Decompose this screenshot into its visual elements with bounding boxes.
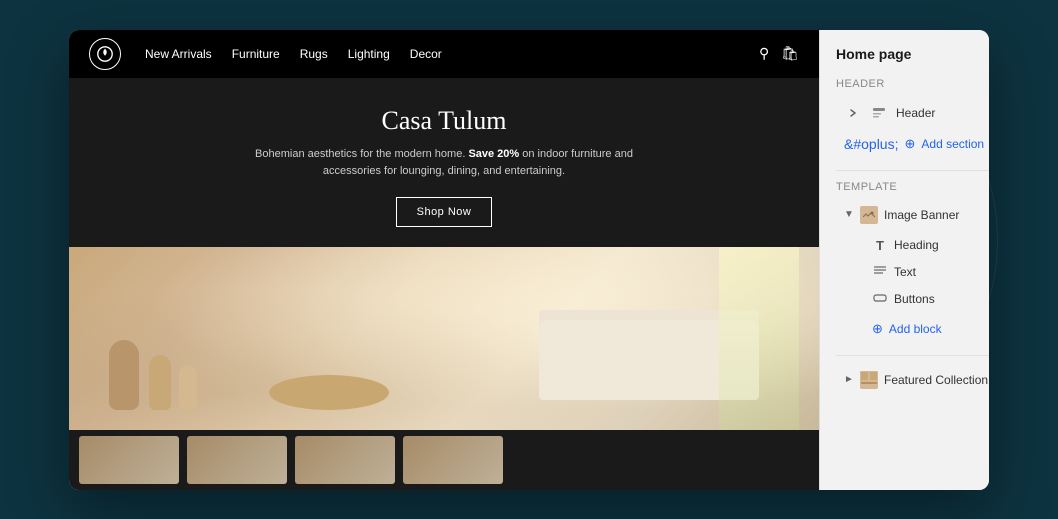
browser-window: New Arrivals Furniture Rugs Lighting Dec… <box>69 30 989 490</box>
heading-icon: T <box>872 238 888 253</box>
header-section-label: Header <box>836 78 989 90</box>
panel-title: Home page <box>836 46 989 62</box>
product-thumb-3[interactable] <box>295 436 395 484</box>
heading-label: Heading <box>894 238 939 252</box>
add-section-plus-icon: &#oplus; <box>844 136 898 152</box>
buttons-icon <box>872 292 888 306</box>
window-light <box>719 247 799 430</box>
bottom-strip <box>69 430 819 490</box>
shop-now-button[interactable]: Shop Now <box>396 197 493 227</box>
nav-links: New Arrivals Furniture Rugs Lighting Dec… <box>145 47 735 61</box>
buttons-item[interactable]: Buttons <box>864 287 989 311</box>
text-item[interactable]: Text <box>864 260 989 285</box>
add-section-label: Add section <box>921 137 984 151</box>
store-logo <box>89 38 121 70</box>
nav-link-new-arrivals[interactable]: New Arrivals <box>145 47 212 61</box>
featured-collection-label: Featured Collection <box>884 373 988 387</box>
buttons-label: Buttons <box>894 292 935 306</box>
add-section-plus-icon: ⊕ <box>904 136 915 152</box>
add-block-button[interactable]: ⊕ Add block <box>864 315 989 343</box>
text-label: Text <box>894 265 916 279</box>
nav-link-decor[interactable]: Decor <box>410 47 442 61</box>
add-section-button[interactable]: &#oplus; ⊕ Add section <box>836 130 989 158</box>
nav-link-lighting[interactable]: Lighting <box>348 47 390 61</box>
product-thumb-2[interactable] <box>187 436 287 484</box>
product-thumb-4[interactable] <box>403 436 503 484</box>
store-navbar: New Arrivals Furniture Rugs Lighting Dec… <box>69 30 819 78</box>
chevron-right-icon-featured: ► <box>844 374 854 385</box>
image-banner-sub-items: T Heading Text <box>836 233 989 343</box>
hero-image <box>69 247 819 430</box>
nav-link-furniture[interactable]: Furniture <box>232 47 280 61</box>
header-item-label: Header <box>896 106 935 120</box>
image-banner-label: Image Banner <box>884 208 959 222</box>
panel-divider <box>836 170 989 171</box>
nav-link-rugs[interactable]: Rugs <box>300 47 328 61</box>
featured-collection-row[interactable]: ► Featured Collection <box>836 366 989 394</box>
chevron-down-icon: ▼ <box>844 209 854 220</box>
header-item[interactable]: Header <box>836 98 989 128</box>
furniture-shapes <box>69 247 819 430</box>
add-block-label: Add block <box>889 322 942 336</box>
main-content: New Arrivals Furniture Rugs Lighting Dec… <box>69 30 989 490</box>
vase-small <box>179 365 197 410</box>
featured-collection-icon <box>860 371 878 389</box>
image-banner-row[interactable]: ▼ Image Banner <box>836 201 989 229</box>
coffee-table <box>269 375 389 410</box>
hero-title: Casa Tulum <box>89 106 799 136</box>
text-icon <box>872 265 888 280</box>
image-banner-icon <box>860 206 878 224</box>
vase-medium <box>149 355 171 410</box>
hero-section: Casa Tulum Bohemian aesthetics for the m… <box>69 78 819 247</box>
vase-large <box>109 340 139 410</box>
nav-icons: ⚲ 🛍 <box>759 45 799 62</box>
template-section-label: Template <box>836 181 989 193</box>
search-icon[interactable]: ⚲ <box>759 45 769 62</box>
product-thumb-1[interactable] <box>79 436 179 484</box>
cart-icon[interactable]: 🛍 <box>781 45 799 62</box>
heading-item[interactable]: T Heading <box>864 233 989 258</box>
store-area: New Arrivals Furniture Rugs Lighting Dec… <box>69 30 819 490</box>
side-panel: Home page Header Header <box>819 30 989 490</box>
chevron-right-icon <box>844 104 862 122</box>
panel-divider-2 <box>836 355 989 356</box>
add-block-plus-icon: ⊕ <box>872 321 883 337</box>
hero-subtitle: Bohemian aesthetics for the modern home.… <box>254 146 634 181</box>
header-section-icon <box>870 104 888 122</box>
